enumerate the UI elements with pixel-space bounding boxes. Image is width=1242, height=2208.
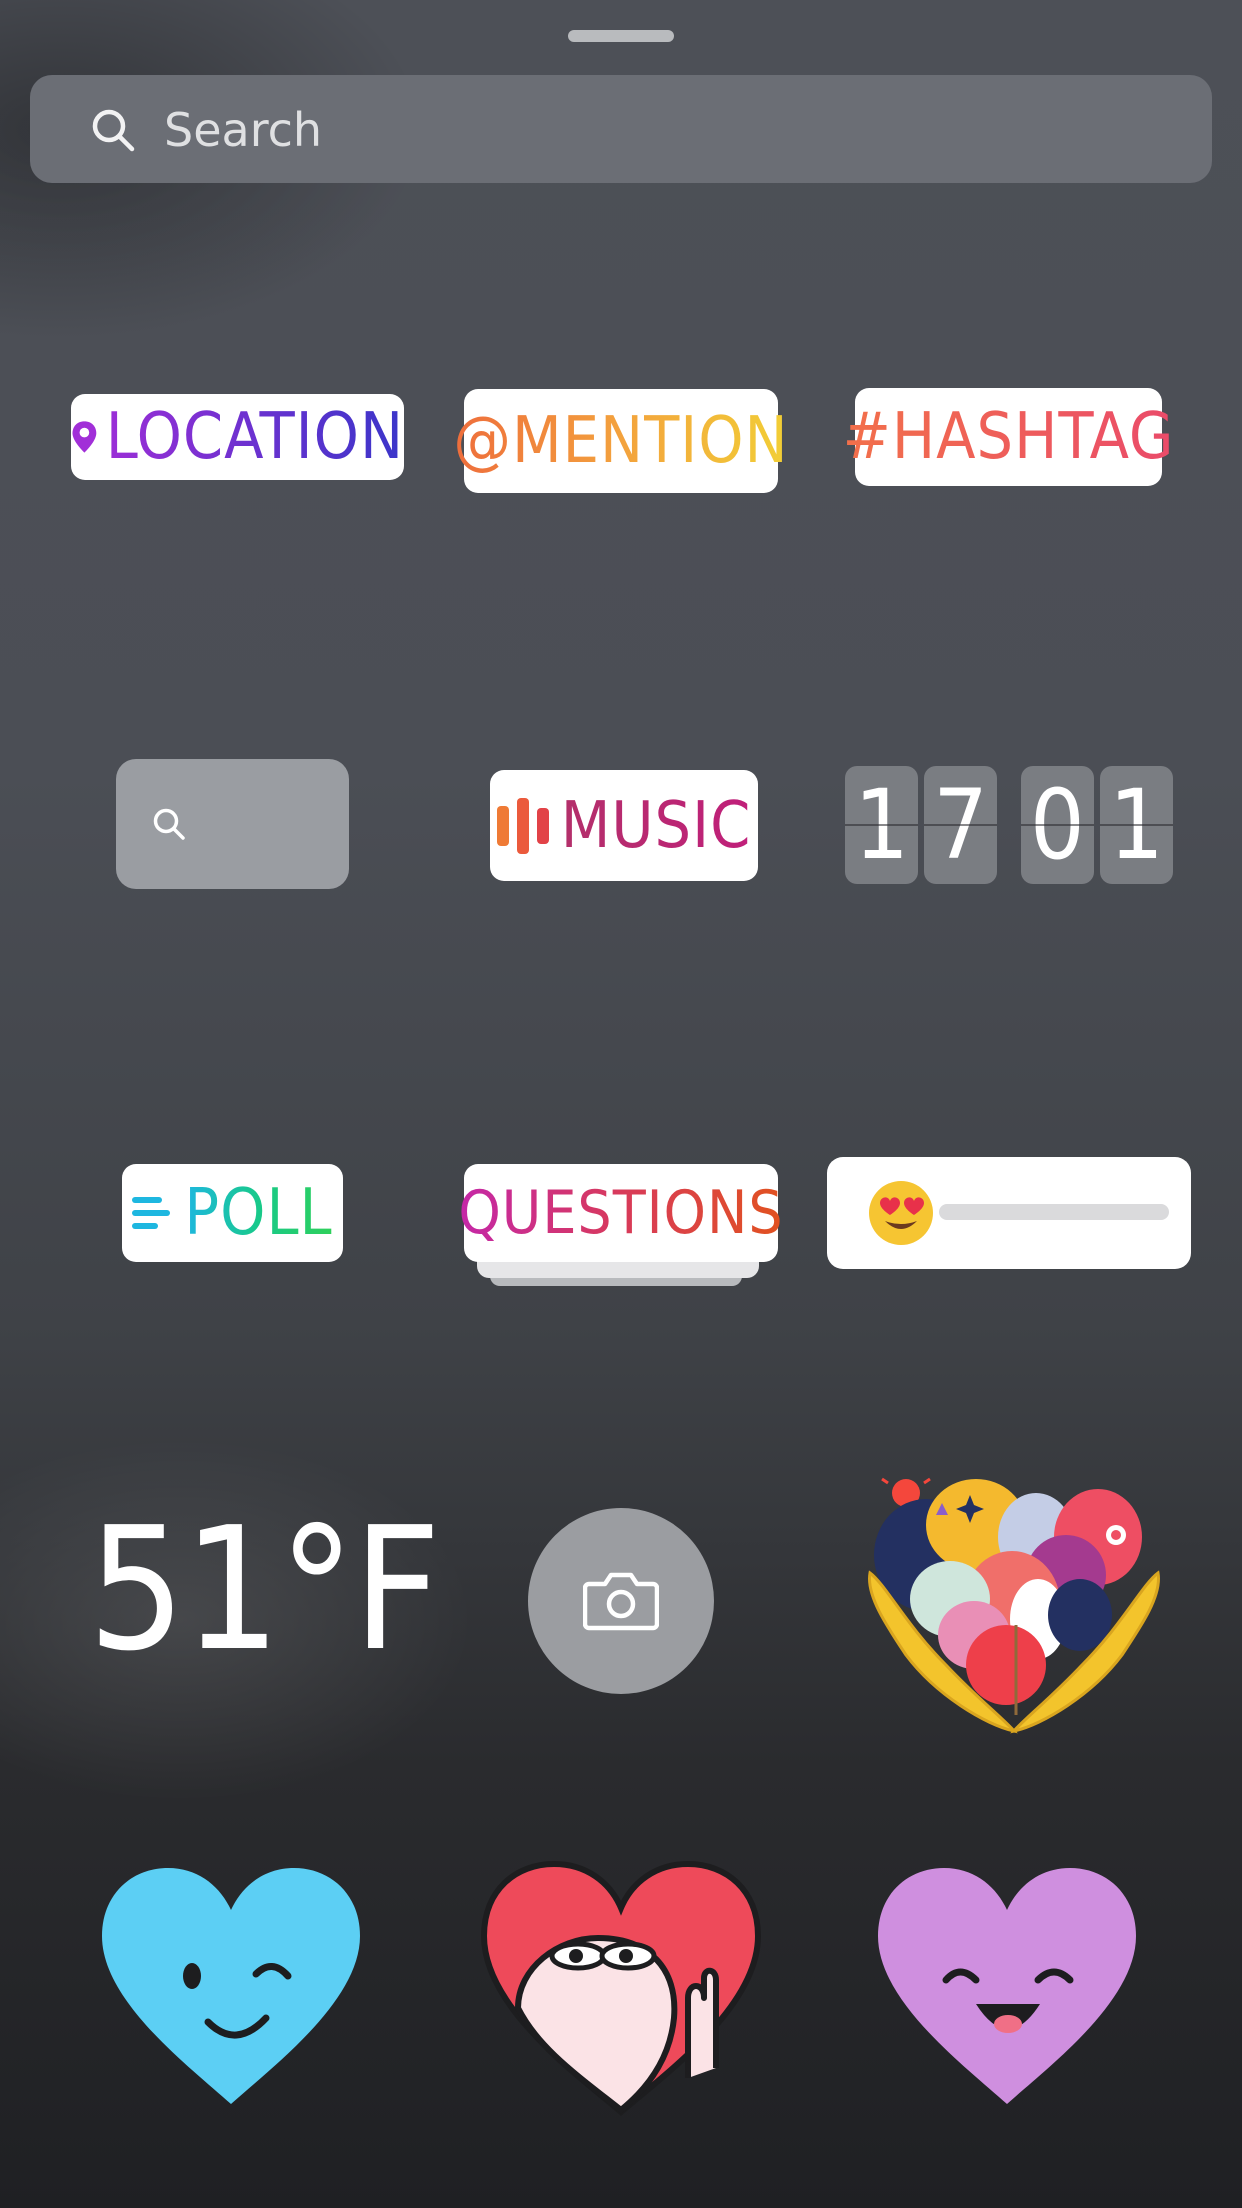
heart-eyes-emoji-icon bbox=[869, 1181, 933, 1245]
poll-lines-icon bbox=[132, 1197, 171, 1229]
search-bar[interactable] bbox=[30, 75, 1212, 183]
music-bars-icon bbox=[496, 797, 549, 854]
location-pin-icon bbox=[72, 421, 97, 453]
weather-sticker[interactable]: 51°F bbox=[88, 1505, 441, 1675]
mention-sticker[interactable]: @MENTION bbox=[453, 389, 788, 493]
questions-label: QUESTIONS bbox=[458, 1178, 784, 1248]
poll-label: POLL bbox=[184, 1176, 333, 1250]
poll-sticker[interactable]: POLL bbox=[122, 1164, 343, 1262]
selfie-camera-sticker[interactable] bbox=[528, 1508, 714, 1694]
search-icon bbox=[153, 808, 185, 840]
search-icon bbox=[92, 109, 135, 152]
winking-blue-heart-sticker[interactable] bbox=[96, 1864, 366, 2110]
smiling-purple-heart-sticker[interactable] bbox=[872, 1864, 1142, 2110]
hashtag-sticker[interactable]: #HASHTAG bbox=[843, 388, 1173, 486]
countdown-digit: 1 bbox=[1099, 766, 1174, 884]
search-input[interactable] bbox=[162, 95, 1166, 165]
drag-handle[interactable] bbox=[568, 30, 674, 42]
music-label: MUSIC bbox=[560, 788, 752, 863]
peeking-character-heart-sticker[interactable] bbox=[478, 1858, 764, 2118]
music-sticker[interactable]: MUSIC bbox=[490, 770, 758, 881]
emoji-slider-sticker[interactable] bbox=[827, 1157, 1191, 1269]
countdown-digit: 1 bbox=[845, 766, 919, 884]
location-sticker[interactable]: LOCATION bbox=[71, 394, 404, 480]
hashtag-label: #HASHTAG bbox=[842, 400, 1175, 474]
location-label: LOCATION bbox=[105, 400, 404, 474]
camera-icon bbox=[583, 1572, 659, 1631]
questions-sticker[interactable]: QUESTIONS bbox=[458, 1164, 783, 1262]
countdown-digit: 7 bbox=[924, 766, 998, 884]
countdown-clock-sticker[interactable]: 1 7 0 1 bbox=[845, 766, 1174, 884]
gif-search-sticker[interactable] bbox=[116, 759, 349, 889]
slider-track[interactable] bbox=[939, 1204, 1169, 1220]
floral-heart-hands-sticker[interactable] bbox=[866, 1475, 1162, 1735]
countdown-digit: 0 bbox=[1020, 766, 1095, 884]
mention-label: @MENTION bbox=[453, 404, 789, 478]
